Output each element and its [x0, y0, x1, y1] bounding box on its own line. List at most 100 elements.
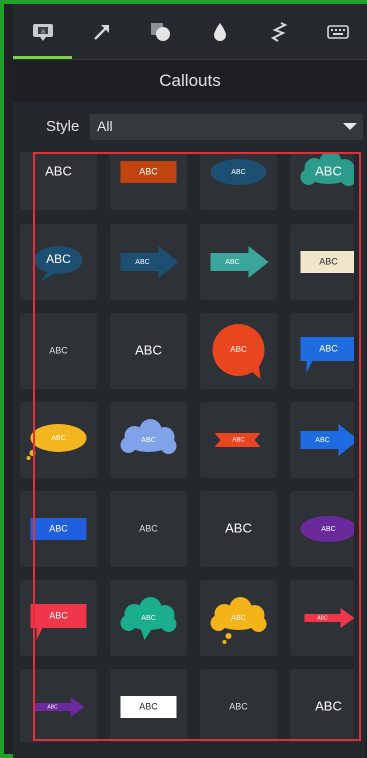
callout-label: ABC [317, 615, 328, 621]
callout-preview: ABC [30, 604, 87, 640]
callout-label: ABC [315, 437, 329, 444]
callout-thumbnail[interactable]: ABC [20, 580, 97, 656]
annotation-icon: a [32, 23, 54, 41]
callout-preview: ABC [34, 697, 85, 717]
callout-thumbnail[interactable]: ABC [200, 491, 277, 567]
callout-thumbnail[interactable]: ABC [290, 491, 354, 567]
callout-thumbnail[interactable]: ABC [110, 669, 187, 742]
callout-preview: ABC [214, 433, 261, 447]
callout-thumbnail[interactable]: ABC [200, 402, 277, 478]
callout-label: ABC [135, 259, 149, 266]
arrow-icon [92, 22, 112, 42]
callout-preview: ABC [120, 597, 177, 640]
callout-label: ABC [229, 701, 248, 711]
callout-preview: ABC [300, 251, 354, 273]
style-dropdown[interactable]: All [90, 114, 363, 140]
callout-label: ABC [230, 345, 247, 354]
callout-thumbnail[interactable]: ABC [20, 152, 97, 210]
callout-label: ABC [49, 523, 68, 533]
callout-thumbnail[interactable]: ABC [110, 313, 187, 389]
callout-preview: ABC [210, 597, 267, 644]
callout-thumbnail[interactable]: ABC [290, 402, 354, 478]
callout-label: ABC [47, 704, 58, 710]
callout-label: ABC [45, 163, 72, 178]
callout-tail [225, 633, 232, 639]
callout-label: ABC [139, 166, 158, 176]
callout-thumbnail[interactable]: ABC [200, 580, 277, 656]
callout-tail [29, 450, 36, 456]
callout-preview: ABC [210, 246, 269, 278]
callout-label: ABC [319, 256, 338, 266]
sketch-motion-tab[interactable] [249, 4, 308, 59]
svg-text:a: a [40, 27, 44, 35]
callout-label: ABC [49, 345, 68, 355]
callout-label: ABC [51, 435, 65, 442]
callout-preview: ABC [26, 424, 87, 460]
callout-thumbnail[interactable]: ABC [110, 224, 187, 300]
callout-label: ABC [315, 698, 342, 713]
keystroke-tab[interactable] [308, 4, 367, 59]
annotation-toolbar: a [13, 4, 367, 59]
callout-thumbnail[interactable]: ABC [200, 224, 277, 300]
callout-preview: ABC [300, 516, 354, 542]
callout-thumbnail[interactable]: ABC [200, 313, 277, 389]
callout-label: ABC [141, 615, 155, 622]
callout-label: ABC [225, 520, 252, 535]
callout-thumbnail[interactable]: ABC [20, 224, 97, 300]
drop-icon [212, 22, 228, 42]
callout-preview: ABC [300, 337, 354, 373]
callout-label: ABC [135, 342, 162, 357]
callout-label: ABC [46, 252, 71, 266]
callout-thumbnail[interactable]: ABC [290, 669, 354, 742]
callout-shape [34, 697, 85, 717]
callout-preview: ABC [300, 424, 354, 456]
callout-preview: ABC [229, 701, 248, 711]
callouts-tab[interactable]: a [13, 4, 72, 59]
callout-label: ABC [321, 526, 335, 533]
callout-thumbnail[interactable]: ABC [200, 669, 277, 742]
callout-thumbnail[interactable]: ABC [290, 152, 354, 210]
callout-label: ABC [231, 169, 245, 176]
keyboard-icon [326, 24, 349, 40]
panel-title: Callouts [159, 71, 221, 90]
callout-preview: ABC [49, 345, 68, 355]
callout-preview: ABC [210, 159, 267, 185]
callout-preview: ABC [120, 246, 179, 278]
callout-thumbnail[interactable]: ABC [110, 402, 187, 478]
callout-thumbnail[interactable]: ABC [110, 491, 187, 567]
callout-preview: ABC [139, 523, 158, 533]
callout-thumbnail[interactable]: ABC [20, 313, 97, 389]
callout-thumbnail[interactable]: ABC [290, 224, 354, 300]
callout-thumbnail[interactable]: ABC [200, 152, 277, 210]
callout-thumbnail[interactable]: ABC [20, 491, 97, 567]
callout-preview: ABC [120, 161, 177, 183]
blur-highlight-tab[interactable] [190, 4, 249, 59]
callout-label: ABC [139, 701, 158, 711]
callout-thumbnail[interactable]: ABC [20, 669, 97, 742]
callout-preview: ABC [34, 246, 83, 282]
chevron-down-icon [343, 123, 357, 130]
style-dropdown-value: All [97, 118, 113, 134]
callout-tail [140, 628, 153, 640]
panel-header: Callouts [13, 59, 367, 102]
shapes-tab[interactable] [131, 4, 190, 59]
callout-thumbnail[interactable]: ABC [290, 313, 354, 389]
callout-preview: ABC [212, 324, 265, 379]
callout-preview: ABC [135, 342, 162, 357]
callout-thumbnail[interactable]: ABC [110, 580, 187, 656]
callout-preview: ABC [315, 698, 342, 713]
callout-thumbnail[interactable]: ABC [110, 152, 187, 210]
shape-icon [150, 22, 172, 42]
callout-label: ABC [225, 259, 239, 266]
callout-label: ABC [315, 163, 342, 178]
arrows-lines-tab[interactable] [72, 4, 131, 59]
callout-thumbnail[interactable]: ABC [20, 402, 97, 478]
callout-preview: ABC [225, 520, 252, 535]
callout-preview: ABC [120, 696, 177, 718]
callout-preview: ABC [30, 518, 87, 540]
callout-tail [26, 456, 31, 460]
style-filter-row: Style All [13, 109, 367, 145]
callout-preview: ABC [120, 419, 177, 454]
callout-thumbnail[interactable]: ABC [290, 580, 354, 656]
callouts-gallery: ABC ABC ABC ABC ABC ABC ABC ABC ABC ABC ABC ABC ABC A… [12, 152, 354, 742]
